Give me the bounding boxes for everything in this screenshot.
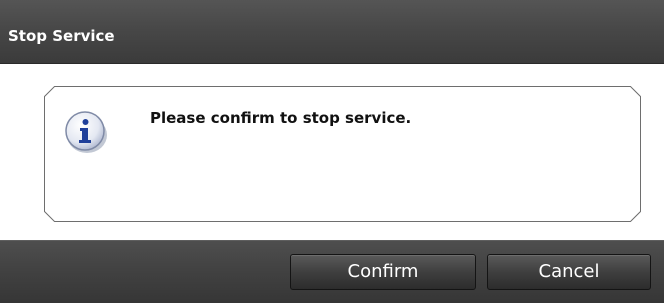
dialog-content: Please confirm to stop service.	[0, 64, 664, 240]
dialog-title: Stop Service	[8, 27, 115, 45]
info-icon	[65, 111, 107, 153]
confirmation-message: Please confirm to stop service.	[150, 109, 412, 127]
dialog-footer: Confirm Cancel	[0, 240, 664, 303]
message-panel	[44, 86, 641, 222]
dialog-titlebar[interactable]: Stop Service	[0, 0, 664, 64]
confirm-button[interactable]: Confirm	[290, 254, 476, 290]
stop-service-dialog: Stop Service Please confirm to stop serv…	[0, 0, 664, 303]
cancel-button[interactable]: Cancel	[487, 254, 651, 290]
